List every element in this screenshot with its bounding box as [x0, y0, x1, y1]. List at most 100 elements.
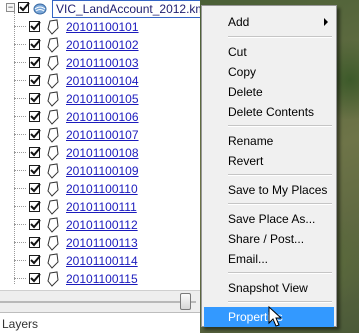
menu-item-share-post[interactable]: Share / Post... — [204, 229, 334, 249]
submenu-arrow-icon — [324, 18, 328, 26]
tree-item-link[interactable]: 20101100103 — [66, 55, 139, 71]
menu-item-rename[interactable]: Rename — [204, 131, 334, 151]
tree-item-link[interactable]: 20101100110 — [66, 181, 138, 197]
item-checkbox[interactable] — [29, 219, 41, 230]
places-tree: − VIC_LandAccount_2012.kmz 20101100101 20… — [0, 0, 200, 333]
tree-item-row[interactable]: 20101100107 — [0, 126, 200, 144]
tree-item-row[interactable]: 20101100104 — [0, 72, 200, 90]
tree-connector — [14, 134, 26, 135]
polygon-icon — [47, 181, 59, 197]
menu-separator — [228, 36, 332, 38]
tree-item-row[interactable]: 20101100102 — [0, 36, 200, 54]
tree-item-link[interactable]: 20101100108 — [66, 145, 139, 161]
polygon-icon — [47, 37, 59, 53]
menu-item-save-to-my-places[interactable]: Save to My Places — [204, 180, 334, 200]
tree-item-row[interactable]: 20101100109 — [0, 162, 200, 180]
tree-connector — [14, 242, 26, 243]
tree-item-link[interactable]: 20101100112 — [66, 217, 138, 233]
root-file-label[interactable]: VIC_LandAccount_2012.kmz — [52, 0, 200, 18]
polygon-icon — [47, 217, 59, 233]
tree-item-link[interactable]: 20101100107 — [66, 127, 139, 143]
tree-item-row[interactable]: 20101100111 — [0, 198, 200, 216]
item-checkbox[interactable] — [29, 237, 41, 248]
slider-thumb[interactable] — [180, 293, 191, 310]
menu-add-label: Add — [228, 15, 250, 29]
opacity-slider-strip — [0, 290, 200, 313]
polygon-icon — [47, 235, 59, 251]
tree-item-row[interactable]: 20101100115 — [0, 270, 200, 288]
menu-item-cut[interactable]: Cut — [204, 42, 334, 62]
item-checkbox[interactable] — [29, 147, 41, 158]
polygon-icon — [47, 199, 59, 215]
tree-item-row[interactable]: 20101100112 — [0, 216, 200, 234]
menu-item-delete-contents[interactable]: Delete Contents — [204, 102, 334, 122]
collapse-icon[interactable]: − — [6, 3, 15, 12]
menu-item-revert[interactable]: Revert — [204, 151, 334, 171]
item-checkbox[interactable] — [29, 57, 41, 68]
tree-item-row[interactable]: 20101100106 — [0, 108, 200, 126]
item-checkbox[interactable] — [29, 165, 41, 176]
layers-panel-header[interactable]: Layers — [0, 312, 200, 333]
tree-connector — [14, 116, 26, 117]
tree-item-link[interactable]: 20101100115 — [66, 271, 138, 287]
tree-connector — [14, 26, 26, 27]
tree-item-row[interactable]: 20101100101 — [0, 18, 200, 36]
menu-item-email[interactable]: Email... — [204, 249, 334, 269]
tree-item-link[interactable]: 20101100106 — [66, 109, 139, 125]
item-checkbox[interactable] — [29, 255, 41, 266]
menu-separator — [228, 174, 332, 176]
item-checkbox[interactable] — [29, 39, 41, 50]
item-checkbox[interactable] — [29, 273, 41, 284]
tree-item-link[interactable]: 20101100102 — [66, 37, 139, 53]
tree-connector — [14, 44, 26, 45]
tree-item-link[interactable]: 20101100101 — [66, 19, 139, 35]
polygon-icon — [47, 19, 59, 35]
tree-connector — [14, 170, 26, 171]
tree-item-row[interactable]: 20101100108 — [0, 144, 200, 162]
tree-item-link[interactable]: 20101100113 — [66, 235, 138, 251]
tree-root-row[interactable]: − VIC_LandAccount_2012.kmz — [0, 0, 200, 18]
tree-connector — [14, 80, 26, 81]
polygon-icon — [47, 109, 59, 125]
tree-item-link[interactable]: 20101100111 — [66, 199, 137, 215]
menu-separator — [228, 301, 332, 303]
polygon-icon — [47, 145, 59, 161]
polygon-icon — [47, 163, 59, 179]
polygon-icon — [47, 73, 59, 89]
tree-item-link[interactable]: 20101100114 — [66, 253, 138, 269]
tree-connector — [14, 98, 26, 99]
tree-item-row[interactable]: 20101100113 — [0, 234, 200, 252]
menu-item-save-place-as[interactable]: Save Place As... — [204, 209, 334, 229]
tree-item-row[interactable]: 20101100103 — [0, 54, 200, 72]
menu-item-add[interactable]: Add — [204, 12, 334, 32]
menu-item-delete[interactable]: Delete — [204, 82, 334, 102]
menu-item-copy[interactable]: Copy — [204, 62, 334, 82]
tree-item-row[interactable]: 20101100110 — [0, 180, 200, 198]
tree-connector — [14, 224, 26, 225]
context-menu: Add Cut Copy Delete Delete Contents Rena… — [201, 5, 337, 327]
tree-item-row[interactable]: 20101100114 — [0, 252, 200, 270]
item-checkbox[interactable] — [29, 75, 41, 86]
polygon-icon — [47, 253, 59, 269]
item-checkbox[interactable] — [29, 201, 41, 212]
item-checkbox[interactable] — [29, 111, 41, 122]
tree-connector — [14, 206, 26, 207]
tree-connector — [14, 278, 26, 279]
item-checkbox[interactable] — [29, 21, 41, 32]
item-checkbox[interactable] — [29, 129, 41, 140]
tree-connector — [14, 260, 26, 261]
tree-item-row[interactable]: 20101100105 — [0, 90, 200, 108]
slider-track — [0, 301, 196, 303]
tree-item-link[interactable]: 20101100104 — [66, 73, 139, 89]
item-checkbox[interactable] — [29, 183, 41, 194]
menu-separator — [228, 203, 332, 205]
polygon-icon — [47, 55, 59, 71]
tree-item-link[interactable]: 20101100105 — [66, 91, 139, 107]
root-checkbox[interactable] — [18, 2, 30, 13]
menu-item-snapshot-view[interactable]: Snapshot View — [204, 278, 334, 298]
mouse-pointer-icon — [268, 306, 282, 327]
polygon-icon — [47, 127, 59, 143]
polygon-icon — [47, 271, 59, 287]
item-checkbox[interactable] — [29, 93, 41, 104]
tree-item-link[interactable]: 20101100109 — [66, 163, 139, 179]
